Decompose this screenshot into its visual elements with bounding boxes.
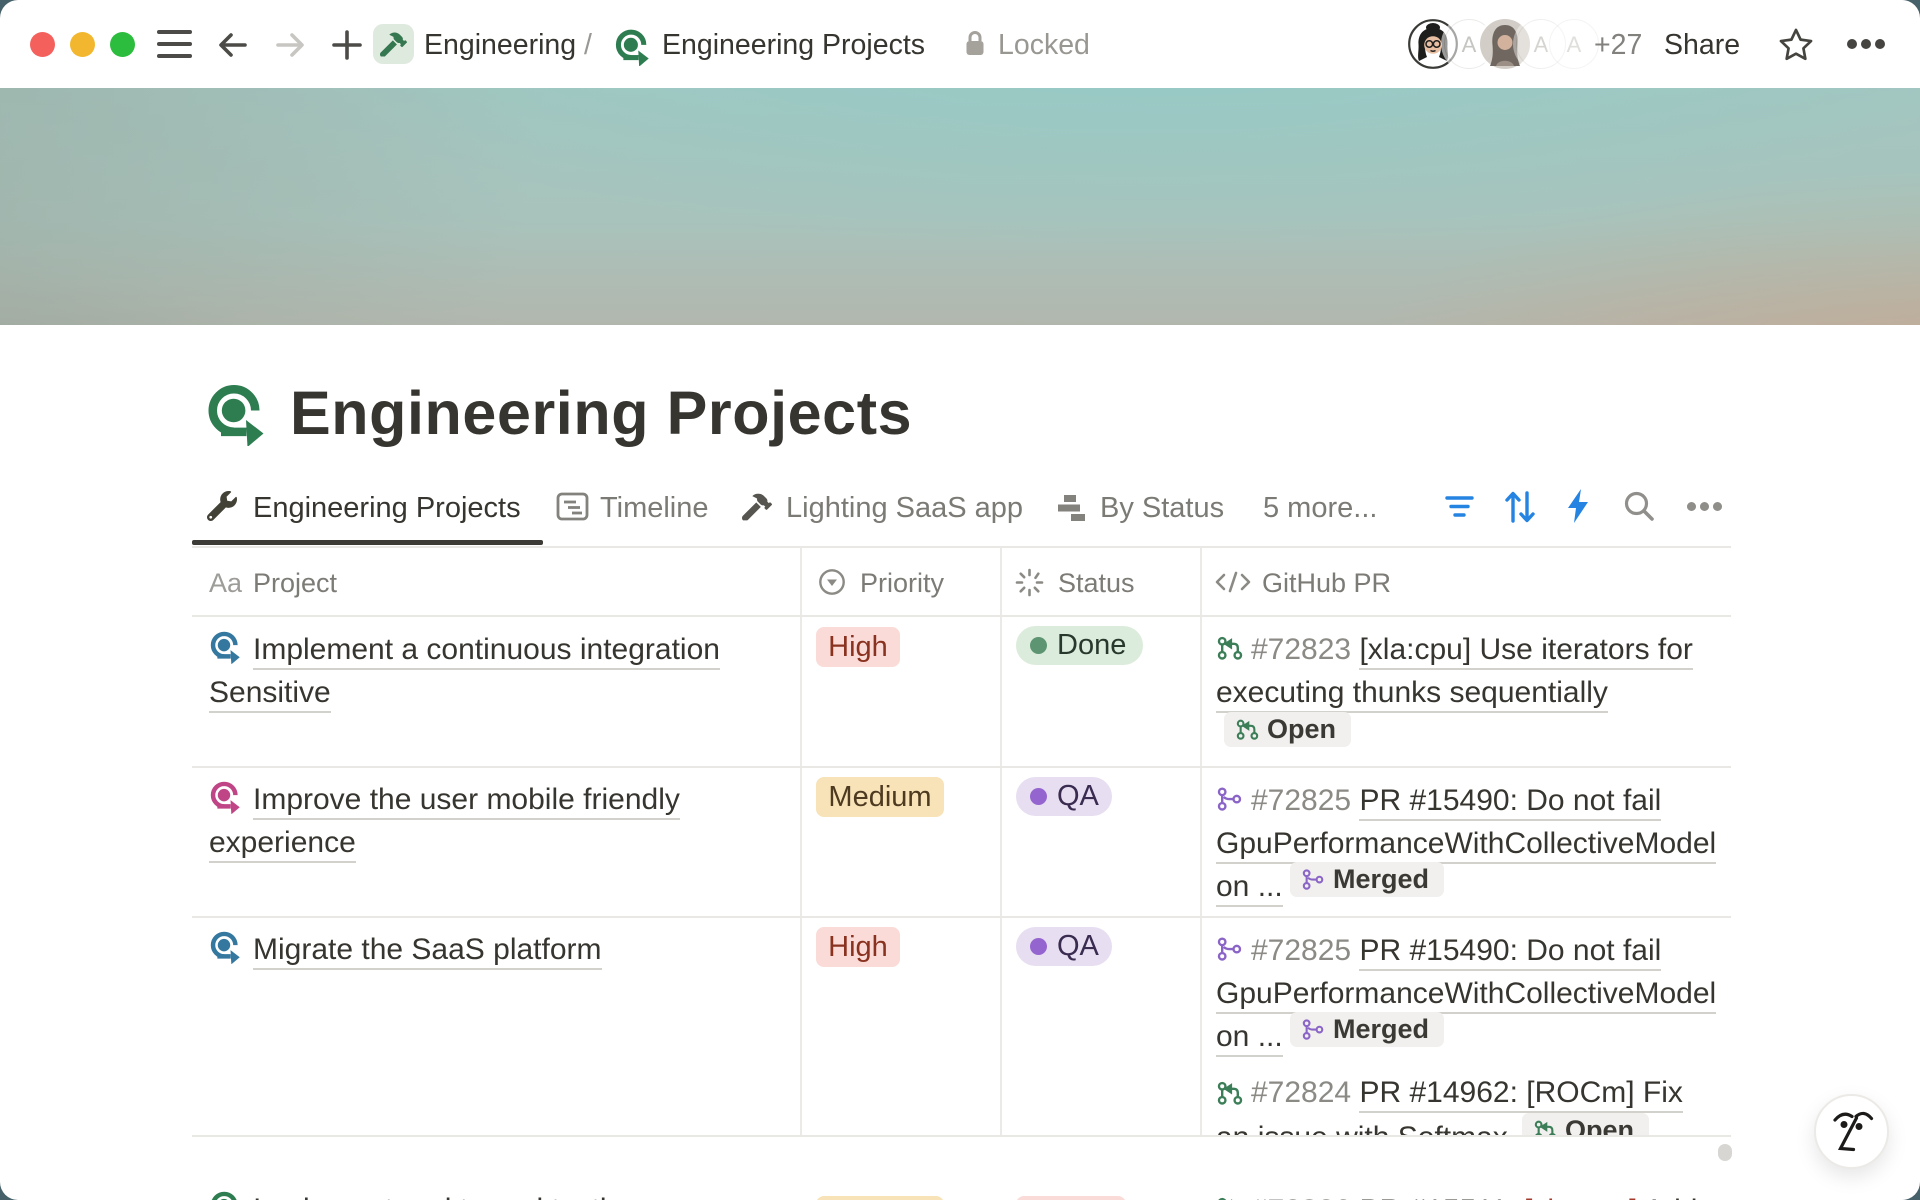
svg-text:A: A	[1462, 32, 1477, 57]
svg-text:A: A	[1567, 32, 1582, 57]
svg-text:A: A	[1534, 32, 1549, 57]
